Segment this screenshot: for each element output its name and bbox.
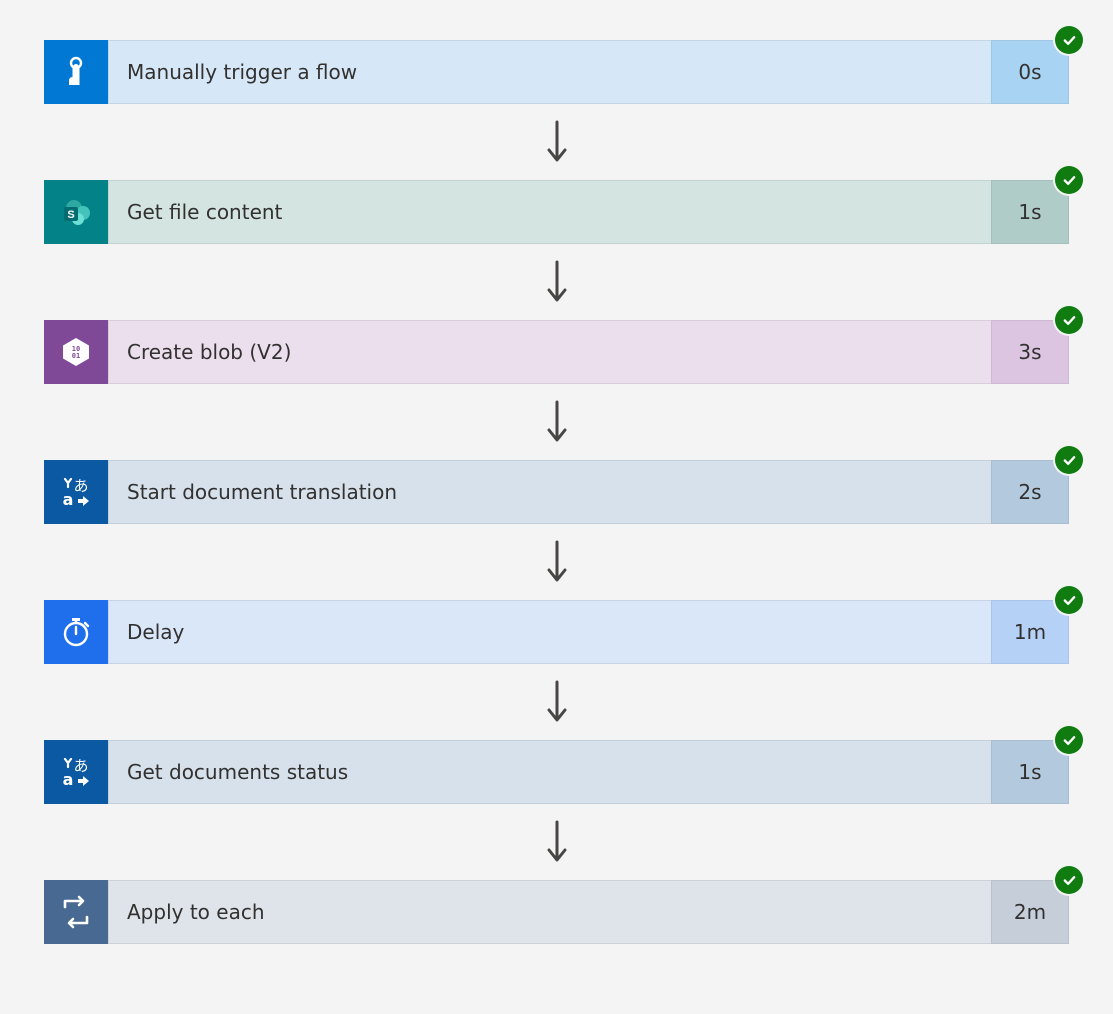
translate-icon bbox=[44, 460, 108, 524]
step-duration: 3s bbox=[991, 320, 1069, 384]
touch-icon bbox=[44, 40, 108, 104]
status-success-icon bbox=[1055, 586, 1083, 614]
status-success-icon bbox=[1055, 446, 1083, 474]
flow-arrow-icon bbox=[543, 104, 571, 180]
status-success-icon bbox=[1055, 726, 1083, 754]
flow-step-start-translation[interactable]: Start document translation2s bbox=[44, 460, 1069, 524]
step-label: Create blob (V2) bbox=[108, 320, 991, 384]
flow-arrow-icon bbox=[543, 384, 571, 460]
flow-step-get-status[interactable]: Get documents status1s bbox=[44, 740, 1069, 804]
flow-arrow-icon bbox=[543, 804, 571, 880]
flow-arrow-icon bbox=[543, 664, 571, 740]
step-label: Apply to each bbox=[108, 880, 991, 944]
status-success-icon bbox=[1055, 26, 1083, 54]
flow-step-get-file[interactable]: Get file content1s bbox=[44, 180, 1069, 244]
sharepoint-icon bbox=[44, 180, 108, 244]
flow-arrow-icon bbox=[543, 244, 571, 320]
status-success-icon bbox=[1055, 306, 1083, 334]
step-duration: 1s bbox=[991, 740, 1069, 804]
step-duration: 2m bbox=[991, 880, 1069, 944]
flow-step-create-blob[interactable]: Create blob (V2)3s bbox=[44, 320, 1069, 384]
flow-canvas: Manually trigger a flow0s Get file conten… bbox=[0, 0, 1113, 994]
step-duration: 1s bbox=[991, 180, 1069, 244]
step-label: Delay bbox=[108, 600, 991, 664]
flow-step-apply-each[interactable]: Apply to each2m bbox=[44, 880, 1069, 944]
clock-icon bbox=[44, 600, 108, 664]
step-duration: 1m bbox=[991, 600, 1069, 664]
step-label: Get documents status bbox=[108, 740, 991, 804]
status-success-icon bbox=[1055, 866, 1083, 894]
status-success-icon bbox=[1055, 166, 1083, 194]
blob-icon bbox=[44, 320, 108, 384]
translate-icon bbox=[44, 740, 108, 804]
step-label: Manually trigger a flow bbox=[108, 40, 991, 104]
flow-arrow-icon bbox=[543, 524, 571, 600]
flow-step-delay[interactable]: Delay1m bbox=[44, 600, 1069, 664]
step-duration: 2s bbox=[991, 460, 1069, 524]
step-label: Get file content bbox=[108, 180, 991, 244]
step-duration: 0s bbox=[991, 40, 1069, 104]
step-label: Start document translation bbox=[108, 460, 991, 524]
loop-icon bbox=[44, 880, 108, 944]
flow-step-trigger[interactable]: Manually trigger a flow0s bbox=[44, 40, 1069, 104]
